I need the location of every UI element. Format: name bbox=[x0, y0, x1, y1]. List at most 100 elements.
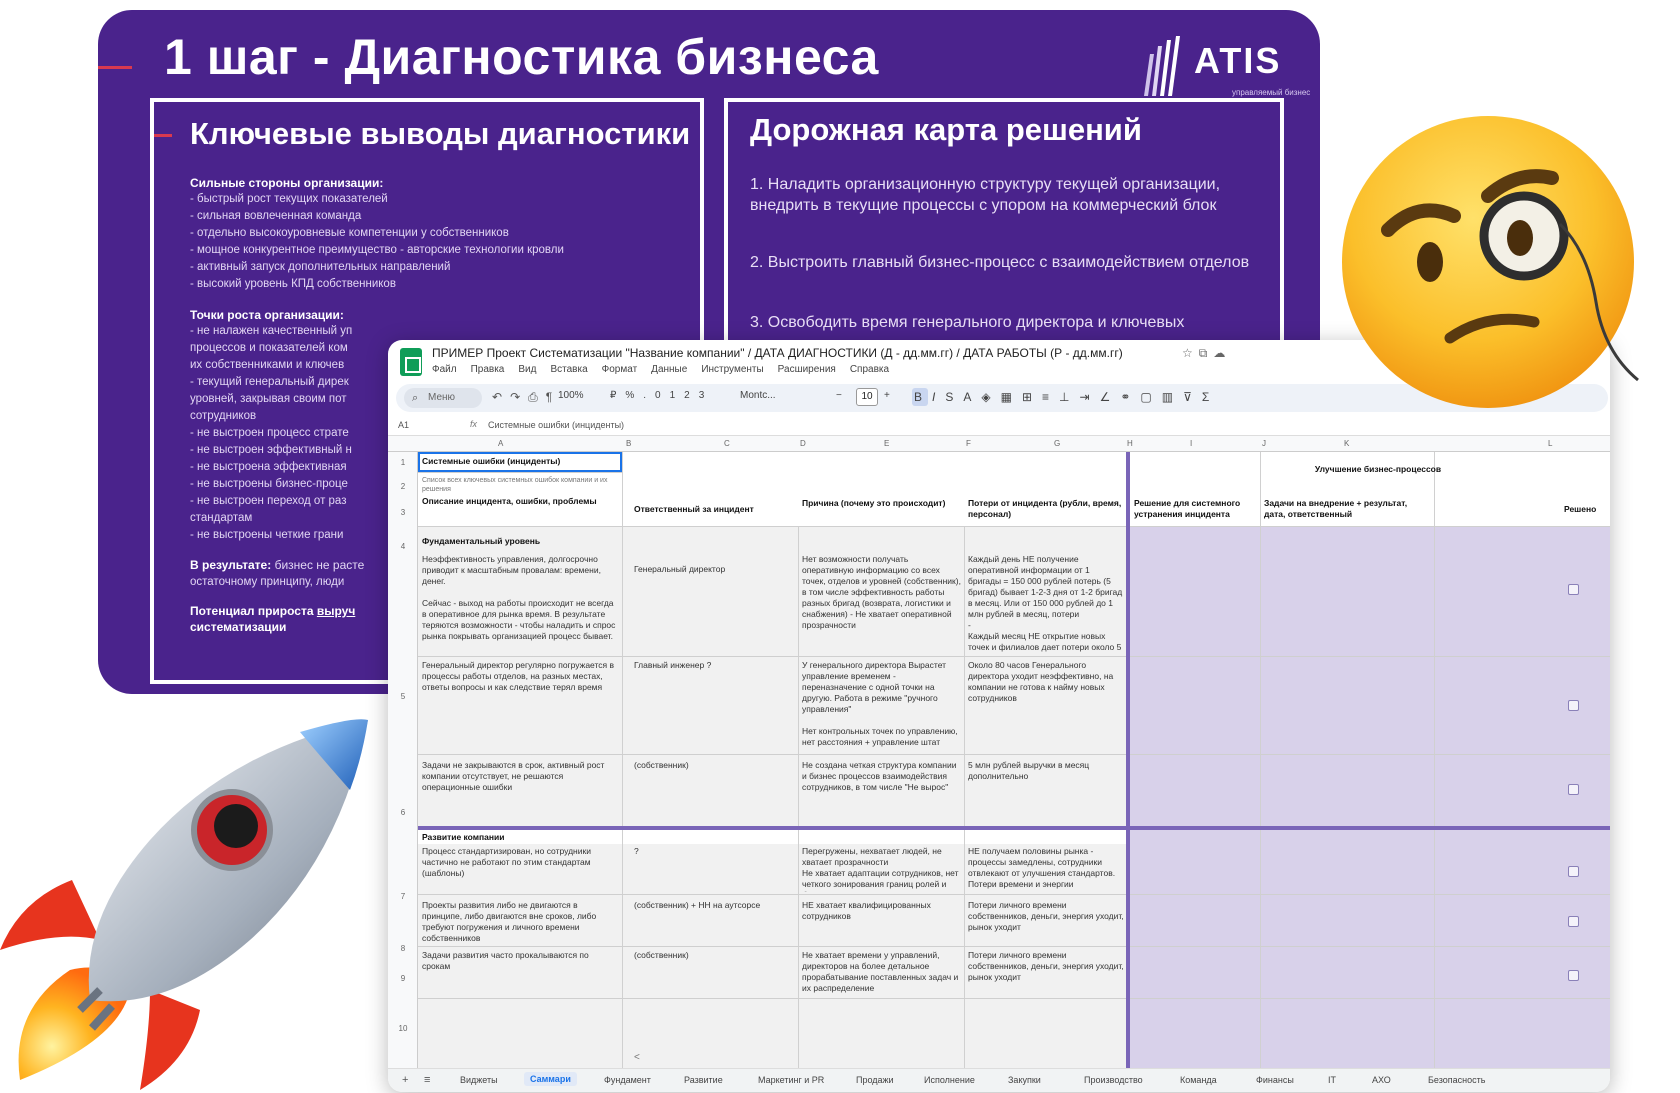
row-number[interactable]: 3 bbox=[388, 508, 418, 517]
tab-finance[interactable]: Финансы bbox=[1256, 1075, 1294, 1085]
menu-edit[interactable]: Правка bbox=[471, 364, 505, 375]
cell-cause[interactable]: Нет возможности получать оперативную инф… bbox=[802, 554, 962, 654]
row-number[interactable]: 9 bbox=[388, 974, 418, 983]
percent-icon[interactable]: % bbox=[625, 390, 643, 401]
cell-a1-title[interactable]: Системные ошибки (инциденты) bbox=[422, 456, 620, 467]
cell-cause[interactable]: У генерального директора Вырастет управл… bbox=[802, 660, 962, 750]
resolved-checkbox[interactable] bbox=[1568, 700, 1579, 711]
resolved-checkbox[interactable] bbox=[1568, 784, 1579, 795]
cell-a2-subtitle[interactable]: Список всех ключевых системных ошибок ко… bbox=[422, 476, 620, 494]
functions-icon[interactable]: Σ bbox=[1202, 390, 1219, 404]
col-header-a[interactable]: A bbox=[498, 439, 503, 448]
cell-responsible[interactable]: (собственник) bbox=[634, 950, 794, 961]
document-title[interactable]: ПРИМЕР Проект Систематизации "Название к… bbox=[432, 346, 1123, 360]
cell-losses[interactable]: НЕ получаем половины рынка - процессы за… bbox=[968, 846, 1124, 892]
resolved-checkbox[interactable] bbox=[1568, 970, 1579, 981]
tab-procurement[interactable]: Закупки bbox=[1008, 1075, 1041, 1085]
text-color-icon[interactable]: A bbox=[963, 390, 981, 404]
font-size-field[interactable]: 10 bbox=[856, 388, 878, 406]
col-header-e[interactable]: E bbox=[884, 439, 889, 448]
comment-icon[interactable]: ▢ bbox=[1140, 390, 1161, 404]
menu-tools[interactable]: Инструменты bbox=[701, 364, 763, 375]
menu-view[interactable]: Вид bbox=[518, 364, 536, 375]
font-size-minus-icon[interactable]: − bbox=[836, 390, 842, 401]
row-number[interactable]: 8 bbox=[388, 944, 418, 953]
cell-incident-description[interactable]: Генеральный директор регулярно погружает… bbox=[422, 660, 618, 750]
row-number[interactable]: 6 bbox=[388, 808, 418, 817]
all-sheets-icon[interactable]: ≡ bbox=[424, 1074, 430, 1086]
cell-losses[interactable]: Около 80 часов Генерального директора ух… bbox=[968, 660, 1124, 750]
cell-responsible[interactable]: (собственник) + НН на аутсорсе bbox=[634, 900, 794, 911]
link-icon[interactable]: ⚭ bbox=[1120, 390, 1140, 404]
menu-insert[interactable]: Вставка bbox=[550, 364, 587, 375]
currency-icon[interactable]: ₽ bbox=[610, 390, 625, 401]
row-number[interactable]: 1 bbox=[388, 458, 418, 467]
scroll-left-icon[interactable]: < bbox=[634, 1052, 640, 1063]
group-title-process-improvement[interactable]: Улучшение бизнес-процессов bbox=[1268, 464, 1488, 475]
col-header-d[interactable]: D bbox=[800, 439, 806, 448]
cell-incident-description[interactable]: Процесс стандартизирован, но сотрудники … bbox=[422, 846, 618, 892]
cell-incident-description[interactable]: Задачи развития часто прокалываются по с… bbox=[422, 950, 618, 994]
col-header-b[interactable]: B bbox=[626, 439, 631, 448]
col-title-resolved[interactable]: Решено bbox=[1564, 504, 1610, 515]
col-header-h[interactable]: H bbox=[1127, 439, 1133, 448]
cell-incident-description[interactable]: Неэффективность управления, долгосрочно … bbox=[422, 554, 618, 654]
tab-development[interactable]: Развитие bbox=[684, 1075, 723, 1085]
star-icon[interactable]: ☆ bbox=[1182, 346, 1199, 360]
cell-cause[interactable]: НЕ хватает квалифицированных сотрудников bbox=[802, 900, 962, 944]
format-123-icon[interactable]: 123 bbox=[670, 390, 714, 401]
resolved-checkbox[interactable] bbox=[1568, 866, 1579, 877]
tab-sales[interactable]: Продажи bbox=[856, 1075, 894, 1085]
tab-it[interactable]: IT bbox=[1328, 1075, 1336, 1085]
cell-incident-description[interactable]: Проекты развития либо не двигаются в при… bbox=[422, 900, 618, 944]
cell-incident-description[interactable]: Задачи не закрываются в срок, активный р… bbox=[422, 760, 618, 820]
fill-color-icon[interactable]: ◈ bbox=[981, 390, 1000, 404]
add-sheet-icon[interactable]: + bbox=[402, 1074, 408, 1086]
col-title-tasks[interactable]: Задачи на внедрение + результат, дата, о… bbox=[1264, 498, 1430, 520]
section-title-fundamental[interactable]: Фундаментальный уровень bbox=[422, 536, 618, 547]
font-size-plus-icon[interactable]: + bbox=[884, 390, 890, 401]
menu-format[interactable]: Формат bbox=[602, 364, 638, 375]
tab-widgets[interactable]: Виджеты bbox=[460, 1075, 498, 1085]
resolved-checkbox[interactable] bbox=[1568, 916, 1579, 927]
tab-production[interactable]: Производство bbox=[1084, 1075, 1143, 1085]
borders-icon[interactable]: ▦ bbox=[1001, 390, 1022, 404]
cell-cause[interactable]: Не хватает времени у управлений, директо… bbox=[802, 950, 962, 994]
row-number[interactable]: 2 bbox=[388, 482, 418, 491]
bold-icon[interactable]: B bbox=[914, 390, 932, 404]
sheets-app-icon[interactable] bbox=[400, 348, 422, 376]
valign-icon[interactable]: ⊥ bbox=[1059, 390, 1079, 404]
col-title-losses[interactable]: Потери от инцидента (рубли, время, персо… bbox=[968, 498, 1124, 520]
redo-icon[interactable]: ↷ bbox=[510, 390, 528, 404]
cell-responsible[interactable]: Генеральный директор bbox=[634, 564, 794, 575]
cell-losses[interactable]: Потери личного времени собственников, де… bbox=[968, 900, 1124, 944]
strikethrough-icon[interactable]: S bbox=[945, 390, 963, 404]
menu-search-input[interactable]: ⌕ Меню bbox=[404, 388, 482, 408]
cell-losses[interactable]: Потери личного времени собственников, де… bbox=[968, 950, 1124, 994]
filter-icon[interactable]: ⊽ bbox=[1183, 390, 1202, 404]
cell-responsible[interactable]: ? bbox=[634, 846, 794, 857]
tab-security[interactable]: Безопасность bbox=[1428, 1075, 1485, 1085]
col-header-g[interactable]: G bbox=[1054, 439, 1060, 448]
row-number[interactable]: 5 bbox=[388, 692, 418, 701]
resolved-checkbox[interactable] bbox=[1568, 584, 1579, 595]
wrap-icon[interactable]: ⇥ bbox=[1080, 390, 1100, 404]
cell-responsible[interactable]: Главный инженер ? bbox=[634, 660, 794, 671]
menu-help[interactable]: Справка bbox=[850, 364, 889, 375]
cell-responsible[interactable]: (собственник) bbox=[634, 760, 794, 771]
col-header-c[interactable]: C bbox=[724, 439, 730, 448]
undo-icon[interactable]: ↶ bbox=[492, 390, 510, 404]
col-title-solution[interactable]: Решение для системного устранения инциде… bbox=[1134, 498, 1258, 520]
tab-aho[interactable]: АХО bbox=[1372, 1075, 1391, 1085]
row-number[interactable]: 4 bbox=[388, 542, 418, 551]
align-icon[interactable]: ≡ bbox=[1042, 390, 1059, 404]
col-title-description[interactable]: Описание инцидента, ошибки, проблемы bbox=[422, 496, 618, 507]
name-box[interactable]: A1 bbox=[398, 420, 409, 430]
col-header-f[interactable]: F bbox=[966, 439, 971, 448]
move-icon[interactable]: ⧉ bbox=[1199, 346, 1214, 360]
tab-summary[interactable]: Саммари bbox=[524, 1072, 577, 1086]
cell-losses[interactable]: 5 млн рублей выручки в месяц дополнитель… bbox=[968, 760, 1124, 820]
zoom-select[interactable]: 100% bbox=[558, 390, 584, 401]
formula-input[interactable]: Системные ошибки (инциденты) bbox=[488, 420, 624, 430]
italic-icon[interactable]: I bbox=[932, 390, 945, 404]
